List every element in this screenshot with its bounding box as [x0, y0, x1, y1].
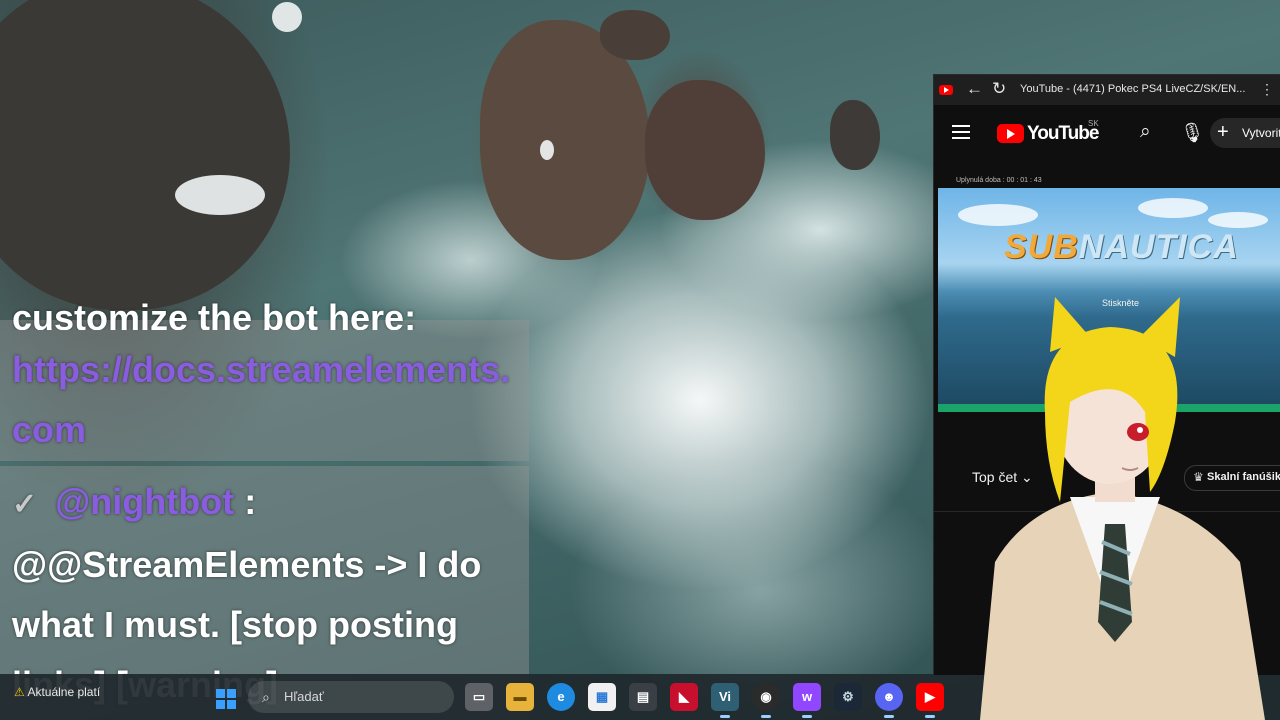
- browser-titlebar: ← ↻ YouTube - (4471) Pokec PS4 LiveCZ/SK…: [934, 75, 1280, 105]
- region-code: SK: [1088, 119, 1099, 128]
- youtube-favicon-icon: [939, 85, 953, 95]
- create-label: Vytvoriť: [1242, 126, 1280, 140]
- youtube-icon[interactable]: ▶: [916, 683, 944, 718]
- youtube-logo-icon[interactable]: [997, 124, 1024, 143]
- discord-icon[interactable]: ☻: [875, 683, 903, 718]
- search-icon[interactable]: ⌕: [1140, 121, 1151, 143]
- elapsed-time: Uplynulá doba : 00 : 01 : 43: [956, 177, 1042, 184]
- sky-cloud: [958, 204, 1038, 226]
- sky-cloud: [1138, 198, 1208, 218]
- wallpaper-rock: [600, 10, 670, 60]
- search-icon: ⌕: [262, 689, 270, 705]
- start-button[interactable]: [216, 689, 236, 709]
- vtube-icon[interactable]: Vi: [711, 683, 739, 718]
- chat-link[interactable]: https://docs.streamelements.com: [12, 340, 522, 460]
- create-button[interactable]: + Vytvoriť: [1210, 118, 1280, 148]
- weather-widget[interactable]: ⚠ Aktuálne platí: [14, 685, 100, 699]
- chat-previous-text-content: customize the bot here:: [12, 297, 417, 330]
- file-explorer-icon[interactable]: ▬: [506, 683, 534, 711]
- chat-separator: :: [234, 481, 257, 522]
- warning-icon: ⚠: [14, 685, 25, 699]
- terminal-icon[interactable]: ▤: [629, 683, 657, 711]
- vtuber-avatar: [980, 297, 1265, 720]
- wallpaper-rock: [645, 80, 765, 220]
- chat-previous-text: customize the bot here:: [12, 290, 512, 330]
- wallpaper-rock: [0, 0, 290, 310]
- youtube-header: YouTube SK ⌕ 🎙 + Vytvoriť: [934, 105, 1280, 161]
- task-view-icon[interactable]: ▭: [465, 683, 493, 711]
- sky-cloud: [1208, 212, 1268, 228]
- windows-logo-icon: [227, 689, 236, 698]
- weather-label: Aktuálne platí: [27, 685, 101, 699]
- back-arrow-icon[interactable]: ←: [966, 79, 983, 99]
- windows-logo-icon: [216, 689, 225, 698]
- game-logo: SUBNAUTICA: [1004, 228, 1239, 266]
- microsoft-store-icon[interactable]: ▦: [588, 683, 616, 711]
- wallpaper-rock: [830, 100, 880, 170]
- wallpaper-snow: [175, 175, 265, 215]
- amd-icon[interactable]: ◣: [670, 683, 698, 711]
- windows-logo-icon: [227, 700, 236, 709]
- checkmark-icon: ✓: [12, 488, 38, 521]
- hamburger-menu-icon[interactable]: [952, 125, 970, 143]
- reload-icon[interactable]: ↻: [992, 79, 1006, 99]
- plus-icon: +: [1217, 121, 1229, 143]
- avatar-eye-highlight: [1137, 427, 1143, 433]
- microphone-icon[interactable]: 🎙: [1180, 121, 1204, 145]
- obs-icon[interactable]: ◉: [752, 683, 780, 718]
- window-title: YouTube - (4471) Pokec PS4 LiveCZ/SK/EN.…: [1020, 83, 1246, 95]
- steam-icon[interactable]: ⚙: [834, 683, 862, 711]
- wallpaper-snow: [272, 2, 302, 32]
- twitch-icon[interactable]: w: [793, 683, 821, 718]
- edge-icon[interactable]: e: [547, 683, 575, 711]
- taskbar-search[interactable]: ⌕ Hľadať: [248, 681, 454, 713]
- wallpaper-snow: [540, 140, 554, 160]
- windows-logo-icon: [216, 700, 225, 709]
- chat-username: @nightbot: [55, 481, 235, 522]
- more-menu-icon[interactable]: ⋮: [1260, 81, 1274, 98]
- taskbar-search-placeholder: Hľadať: [284, 689, 324, 704]
